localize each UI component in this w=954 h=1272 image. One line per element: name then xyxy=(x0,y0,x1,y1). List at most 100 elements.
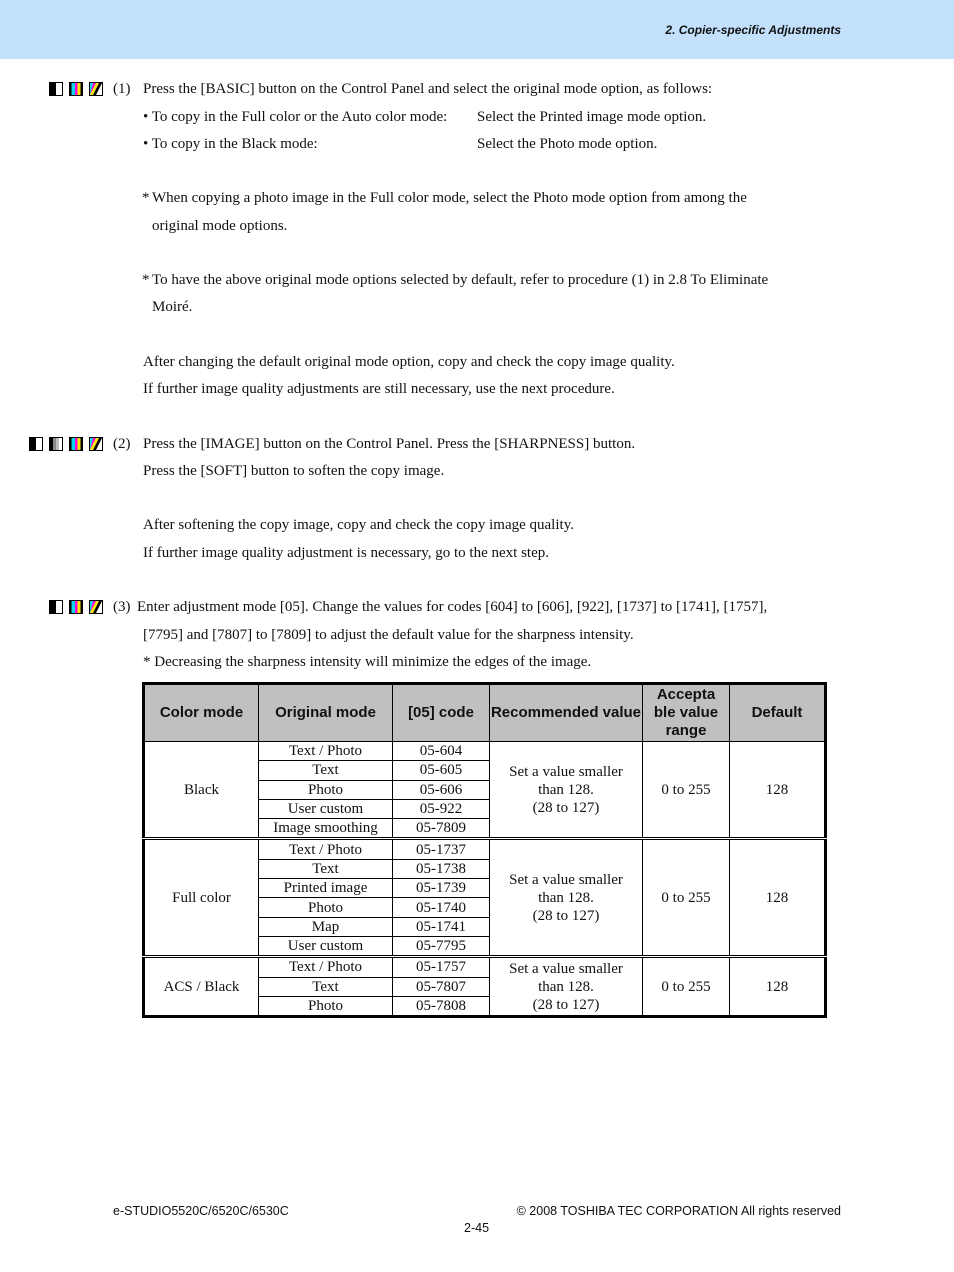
step-2-after-2: If further image quality adjustment is n… xyxy=(143,545,549,561)
original-mode-cell: Image smoothing xyxy=(258,818,393,840)
footer-page-number: 2-45 xyxy=(464,1221,490,1235)
note-1-line-1: When copying a photo image in the Full c… xyxy=(152,190,747,206)
recommended-cell: Set a value smaller than 128. (28 to 127) xyxy=(489,740,643,840)
default-cell: 128 xyxy=(729,955,826,1018)
table-row: Black Text / Photo 05-604 Set a value small… xyxy=(143,740,826,840)
recommended-line: than 128. xyxy=(538,889,594,906)
full-color-mode-icon xyxy=(69,82,83,96)
code-cell: 05-7795 xyxy=(392,935,490,958)
table-header-row: Color mode Original mode [05] code Recom… xyxy=(143,683,826,742)
step-1-after-1: After changing the default original mode… xyxy=(143,354,675,370)
code-cell: 05-1737 xyxy=(392,837,490,860)
original-mode-cell: User custom xyxy=(258,798,393,820)
original-mode-cell: Photo xyxy=(258,897,393,918)
footer-copyright: © 2008 TOSHIBA TEC CORPORATION All right… xyxy=(516,1204,841,1218)
recommended-cell: Set a value smaller than 128. (28 to 127) xyxy=(489,955,643,1018)
mode-icons-step1 xyxy=(49,82,103,96)
header-default: Default xyxy=(729,683,826,742)
note-2-line-2: Moiré. xyxy=(152,299,193,315)
header-range-text: Accepta ble value range xyxy=(653,686,719,739)
default-cell: 128 xyxy=(729,837,826,958)
step-3-number: (3) xyxy=(113,599,131,615)
footer-model: e-STUDIO5520C/6520C/6530C xyxy=(113,1204,289,1218)
range-cell: 0 to 255 xyxy=(642,955,730,1018)
black-mode-icon xyxy=(49,600,63,614)
original-mode-cell: User custom xyxy=(258,935,393,958)
original-mode-cell: Text / Photo xyxy=(258,740,393,762)
note-2-line-1: To have the above original mode options … xyxy=(152,272,769,288)
auto-color-mode-icon xyxy=(89,600,103,614)
range-cell: 0 to 255 xyxy=(642,740,730,840)
original-mode-cell: Text / Photo xyxy=(258,955,393,978)
auto-color-mode-icon xyxy=(89,437,103,451)
step-1-text: Press the [BASIC] button on the Control … xyxy=(143,81,713,97)
mode-icons-step2 xyxy=(29,437,103,451)
code-cell: 05-7809 xyxy=(392,818,490,840)
step-2-after-1: After softening the copy image, copy and… xyxy=(143,517,574,533)
sharpness-adjustment-table: Color mode Original mode [05] code Recom… xyxy=(142,682,827,1019)
recommended-line: than 128. xyxy=(538,781,594,798)
header-code: [05] code xyxy=(392,683,490,742)
code-cell: 05-7808 xyxy=(392,995,490,1018)
full-color-mode-icon xyxy=(69,600,83,614)
code-cell: 05-605 xyxy=(392,760,490,781)
code-cell: 05-606 xyxy=(392,779,490,800)
step-1-bullet-1-label: • To copy in the Full color or the Auto … xyxy=(143,109,448,125)
table-row: Full color Text / Photo 05-1737 Set a value… xyxy=(143,837,826,958)
step-2-line-1: Press the [IMAGE] button on the Control … xyxy=(143,436,636,452)
recommended-line: Set a value smaller xyxy=(509,763,623,780)
step-3-line-2: [7795] and [7807] to [7809] to adjust th… xyxy=(143,627,634,643)
section-title: 2. Copier-specific Adjustments xyxy=(665,23,841,37)
note-1-mark: * xyxy=(142,190,150,206)
step-2-line-2: Press the [SOFT] button to soften the co… xyxy=(143,463,445,479)
code-cell: 05-604 xyxy=(392,740,490,762)
full-color-mode-icon xyxy=(69,437,83,451)
color-mode-cell: Full color xyxy=(143,837,259,958)
black-mode-icon xyxy=(49,82,63,96)
range-cell: 0 to 255 xyxy=(642,837,730,958)
header-color-mode: Color mode xyxy=(143,683,259,742)
color-mode-cell: ACS / Black xyxy=(143,955,259,1018)
header-original-mode: Original mode xyxy=(258,683,393,742)
recommended-line: (28 to 127) xyxy=(532,799,600,816)
original-mode-cell: Text / Photo xyxy=(258,837,393,860)
recommended-line: Set a value smaller xyxy=(509,871,623,888)
code-cell: 05-1738 xyxy=(392,858,490,880)
original-mode-cell: Text xyxy=(258,976,393,997)
step-1-bullet-1-value: Select the Printed image mode option. xyxy=(477,109,707,125)
recommended-line: than 128. xyxy=(538,978,594,995)
step-2-number: (2) xyxy=(113,436,131,452)
code-cell: 05-1757 xyxy=(392,955,490,978)
original-mode-cell: Photo xyxy=(258,995,393,1018)
recommended-line: Set a value smaller xyxy=(509,960,623,977)
recommended-line: (28 to 127) xyxy=(532,907,600,924)
original-mode-cell: Map xyxy=(258,916,393,937)
page-header-band: 2. Copier-specific Adjustments xyxy=(0,0,954,59)
step-1-after-2: If further image quality adjustments are… xyxy=(143,381,615,397)
recommended-cell: Set a value smaller than 128. (28 to 127) xyxy=(489,837,643,958)
twin-color-mode-icon xyxy=(49,437,63,451)
step-1-number: (1) xyxy=(113,81,131,97)
code-cell: 05-1739 xyxy=(392,878,490,899)
note-2-mark: * xyxy=(142,272,150,288)
original-mode-cell: Text xyxy=(258,858,393,880)
code-cell: 05-922 xyxy=(392,798,490,820)
black-mode-icon xyxy=(29,437,43,451)
code-cell: 05-1741 xyxy=(392,916,490,937)
default-cell: 128 xyxy=(729,740,826,840)
recommended-line: (28 to 127) xyxy=(532,996,600,1013)
table-row: ACS / Black Text / Photo 05-1757 Set a valu… xyxy=(143,955,826,1018)
step-3-line-1: Enter adjustment mode [05]. Change the v… xyxy=(137,599,768,615)
note-1-line-2: original mode options. xyxy=(152,218,288,234)
step-3-note: * Decreasing the sharpness intensity wil… xyxy=(143,654,592,670)
original-mode-cell: Printed image xyxy=(258,878,393,899)
step-1-bullet-2-value: Select the Photo mode option. xyxy=(477,136,658,152)
color-mode-cell: Black xyxy=(143,740,259,840)
original-mode-cell: Text xyxy=(258,760,393,781)
original-mode-cell: Photo xyxy=(258,779,393,800)
mode-icons-step3 xyxy=(49,600,103,614)
header-recommended: Recommended value xyxy=(489,683,643,742)
auto-color-mode-icon xyxy=(89,82,103,96)
step-1-bullet-2-label: • To copy in the Black mode: xyxy=(143,136,318,152)
header-range: Accepta ble value range xyxy=(642,683,730,742)
